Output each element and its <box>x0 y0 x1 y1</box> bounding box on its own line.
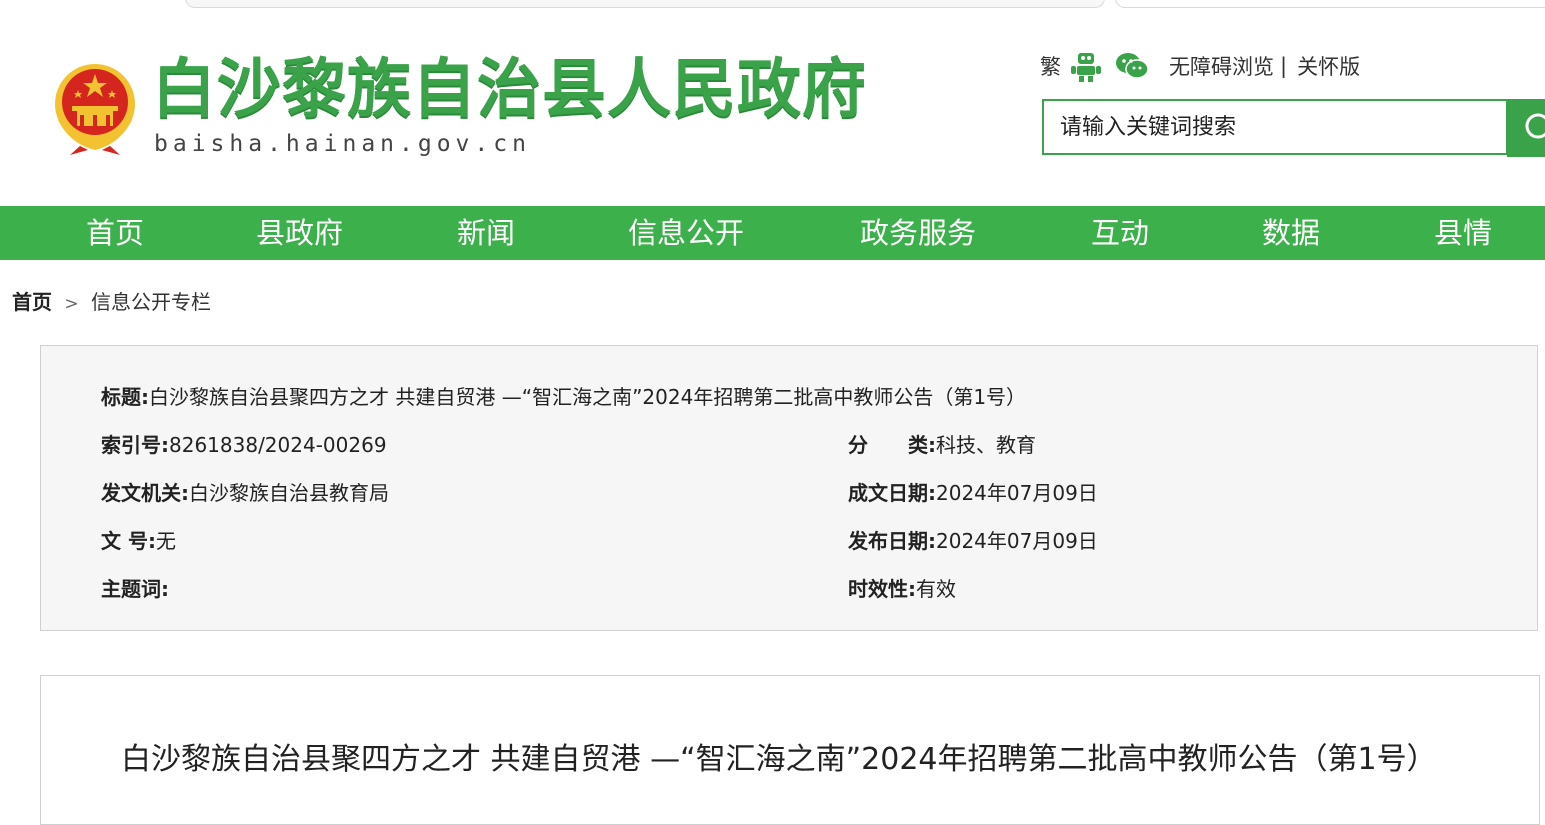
nav-item-county-info[interactable]: 县情 <box>1434 206 1492 260</box>
document-meta-panel: 标题:白沙黎族自治县聚四方之才 共建自贸港 —“智汇海之南”2024年招聘第二批… <box>40 345 1538 631</box>
nav-item-home[interactable]: 首页 <box>86 206 144 260</box>
meta-issuer-key: 发文机关: <box>101 481 189 505</box>
article-title: 白沙黎族自治县聚四方之才 共建自贸港 —“智汇海之南”2024年招聘第二批高中教… <box>121 742 1437 777</box>
search-button[interactable] <box>1507 99 1545 157</box>
meta-validity-row: 时效性:有效 <box>848 573 956 602</box>
breadcrumb-current[interactable]: 信息公开专栏 <box>91 290 211 314</box>
article-container: 白沙黎族自治县聚四方之才 共建自贸港 —“智汇海之南”2024年招聘第二批高中教… <box>40 675 1540 825</box>
meta-issuer-value: 白沙黎族自治县教育局 <box>189 481 389 505</box>
meta-category-key: 分 类: <box>848 433 936 457</box>
wechat-icon[interactable] <box>1115 50 1149 82</box>
main-nav: 首页 县政府 新闻 信息公开 政务服务 互动 数据 县情 <box>0 206 1545 260</box>
meta-published-key: 发布日期: <box>848 529 936 553</box>
nav-item-interaction[interactable]: 互动 <box>1091 206 1149 260</box>
site-domain: baisha.hainan.gov.cn <box>154 131 531 157</box>
accessibility-link[interactable]: 无障碍浏览 <box>1169 51 1274 81</box>
traditional-chinese-link[interactable]: 繁 <box>1040 51 1061 81</box>
breadcrumb-arrow: > <box>64 294 79 314</box>
meta-index-key: 索引号: <box>101 433 169 457</box>
meta-index-row: 索引号:8261838/2024-00269 <box>101 429 387 458</box>
national-emblem-icon <box>55 64 135 155</box>
meta-validity-value: 有效 <box>916 577 956 601</box>
meta-category-row: 分 类:科技、教育 <box>848 429 1036 458</box>
elder-mode-link[interactable]: 关怀版 <box>1297 51 1360 81</box>
meta-docno-key: 文 号: <box>101 529 156 553</box>
tools-separator: | <box>1280 54 1288 78</box>
breadcrumb-home[interactable]: 首页 <box>12 290 52 314</box>
nav-item-data[interactable]: 数据 <box>1262 206 1320 260</box>
meta-docno-row: 文 号:无 <box>101 525 176 554</box>
meta-issuer-row: 发文机关:白沙黎族自治县教育局 <box>101 477 389 506</box>
meta-created-value: 2024年07月09日 <box>936 481 1098 505</box>
meta-keywords-key: 主题词: <box>101 577 169 601</box>
robot-accessibility-icon[interactable] <box>1069 50 1103 82</box>
nav-item-gov-services[interactable]: 政务服务 <box>860 206 976 260</box>
meta-index-value: 8261838/2024-00269 <box>169 433 387 457</box>
nav-item-news[interactable]: 新闻 <box>457 206 515 260</box>
meta-title-row: 标题:白沙黎族自治县聚四方之才 共建自贸港 —“智汇海之南”2024年招聘第二批… <box>101 381 1026 410</box>
meta-category-value: 科技、教育 <box>936 433 1036 457</box>
top-strip-right <box>1115 0 1545 8</box>
meta-published-value: 2024年07月09日 <box>936 529 1098 553</box>
meta-published-row: 发布日期:2024年07月09日 <box>848 525 1098 554</box>
meta-validity-key: 时效性: <box>848 577 916 601</box>
meta-docno-value: 无 <box>155 529 176 553</box>
search-box <box>1042 99 1508 155</box>
nav-item-county-gov[interactable]: 县政府 <box>256 206 343 260</box>
meta-keywords-row: 主题词: <box>101 573 169 602</box>
search-icon <box>1525 113 1545 139</box>
nav-item-info-disclosure[interactable]: 信息公开 <box>628 206 744 260</box>
breadcrumb: 首页 > 信息公开专栏 <box>12 286 211 315</box>
meta-created-key: 成文日期: <box>848 481 936 505</box>
site-title: 白沙黎族自治县人民政府 <box>152 53 867 127</box>
search-input[interactable] <box>1044 113 1502 141</box>
header-tools: 繁 无障碍浏览 | 关怀版 <box>1040 50 1360 82</box>
meta-created-row: 成文日期:2024年07月09日 <box>848 477 1098 506</box>
top-strip-left <box>185 0 1105 8</box>
meta-title-value: 白沙黎族自治县聚四方之才 共建自贸港 —“智汇海之南”2024年招聘第二批高中教… <box>149 385 1027 409</box>
meta-title-key: 标题: <box>101 385 149 409</box>
